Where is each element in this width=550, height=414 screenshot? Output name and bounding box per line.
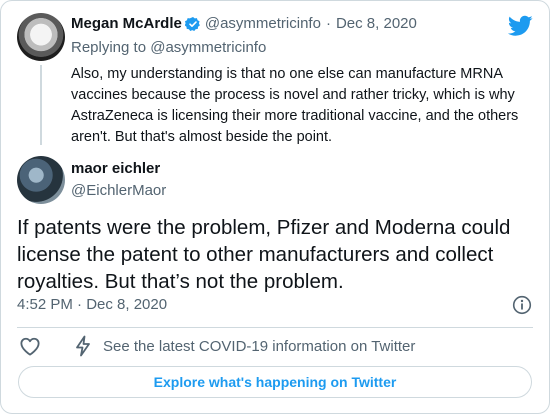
lightning-icon[interactable] <box>73 335 93 357</box>
parent-author-name[interactable]: Megan McArdle <box>71 15 182 32</box>
info-icon[interactable] <box>512 295 532 315</box>
divider <box>17 327 533 328</box>
tweet-timestamp[interactable]: 4:52 PM · Dec 8, 2020 <box>17 296 167 313</box>
embedded-tweet-card: Megan McArdle @asymmetricinfo · Dec 8, 2… <box>0 0 550 414</box>
parent-tweet-header: Megan McArdle @asymmetricinfo · Dec 8, 2… <box>71 15 417 32</box>
covid-info-link[interactable]: See the latest COVID-19 information on T… <box>103 338 415 355</box>
author-name[interactable]: maor eichler <box>71 160 160 177</box>
explore-twitter-button[interactable]: Explore what's happening on Twitter <box>18 366 532 398</box>
tweet-text: If patents were the problem, Pfizer and … <box>17 216 511 293</box>
header-separator: · <box>325 15 331 32</box>
thread-connector-line <box>40 65 42 145</box>
parent-author-avatar[interactable] <box>17 13 65 61</box>
heart-icon[interactable] <box>19 336 41 356</box>
author-avatar[interactable] <box>17 156 65 204</box>
parent-author-handle[interactable]: @asymmetricinfo <box>205 15 321 32</box>
verified-badge-icon <box>184 16 200 31</box>
author-handle[interactable]: @EichlerMaor <box>71 182 166 199</box>
replying-to-line[interactable]: Replying to @asymmetricinfo <box>71 39 266 56</box>
twitter-bird-icon[interactable] <box>508 15 533 37</box>
parent-tweet-text: Also, my understanding is that no one el… <box>71 66 519 145</box>
parent-tweet-date[interactable]: Dec 8, 2020 <box>336 15 417 32</box>
